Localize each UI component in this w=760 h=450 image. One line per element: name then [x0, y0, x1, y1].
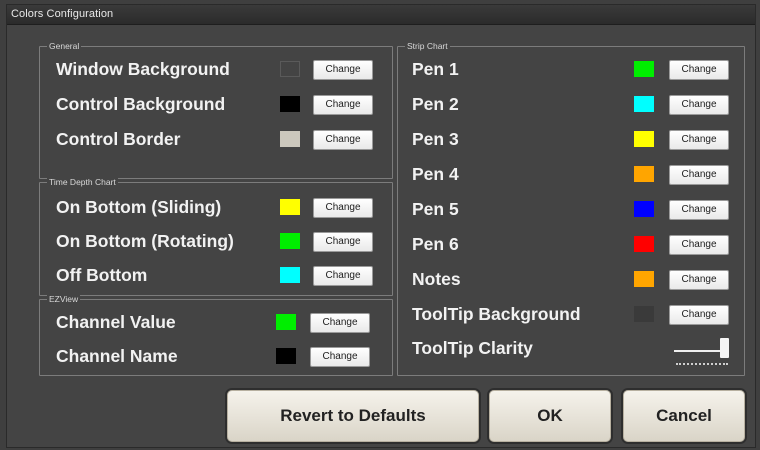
colors-configuration-window: Colors Configuration General Window Back…	[6, 4, 756, 448]
window-background-row: Window Background Change	[40, 55, 392, 83]
pen-1-change-button[interactable]: Change	[669, 60, 729, 80]
channel-value-label: Channel Value	[56, 312, 176, 332]
tooltip-background-label: ToolTip Background	[412, 304, 581, 324]
pen-5-label: Pen 5	[412, 199, 459, 219]
slider-track	[674, 350, 724, 352]
channel-value-change-button[interactable]: Change	[310, 313, 370, 333]
on-bottom-sliding-row: On Bottom (Sliding) Change	[40, 193, 392, 221]
cancel-button[interactable]: Cancel	[621, 388, 747, 444]
control-background-label: Control Background	[56, 94, 226, 114]
control-background-row: Control Background Change	[40, 90, 392, 118]
strip-chart-group: Strip Chart Pen 1 Change Pen 2 Change Pe…	[397, 40, 745, 376]
pen-5-swatch	[634, 201, 654, 217]
ezview-group-title: EZView	[47, 293, 81, 305]
control-border-swatch	[280, 131, 300, 147]
window-title: Colors Configuration	[11, 8, 114, 20]
control-border-label: Control Border	[56, 129, 181, 149]
channel-value-row: Channel Value Change	[40, 308, 392, 336]
pen-2-label: Pen 2	[412, 94, 459, 114]
channel-name-label: Channel Name	[56, 346, 178, 366]
pen-2-row: Pen 2 Change	[398, 90, 744, 118]
on-bottom-rotating-change-button[interactable]: Change	[313, 232, 373, 252]
control-border-row: Control Border Change	[40, 125, 392, 153]
off-bottom-label: Off Bottom	[56, 265, 148, 285]
notes-row: Notes Change	[398, 265, 744, 293]
notes-label: Notes	[412, 269, 461, 289]
general-group: General Window Background Change Control…	[39, 40, 393, 179]
pen-3-change-button[interactable]: Change	[669, 130, 729, 150]
pen-6-swatch	[634, 236, 654, 252]
control-background-swatch	[280, 96, 300, 112]
title-bar: Colors Configuration	[7, 5, 755, 25]
pen-3-swatch	[634, 131, 654, 147]
pen-4-row: Pen 4 Change	[398, 160, 744, 188]
tooltip-clarity-slider[interactable]	[674, 338, 734, 368]
pen-5-change-button[interactable]: Change	[669, 200, 729, 220]
on-bottom-sliding-label: On Bottom (Sliding)	[56, 197, 222, 217]
notes-swatch	[634, 271, 654, 287]
pen-4-swatch	[634, 166, 654, 182]
on-bottom-sliding-swatch	[280, 199, 300, 215]
control-border-change-button[interactable]: Change	[313, 130, 373, 150]
on-bottom-rotating-label: On Bottom (Rotating)	[56, 231, 234, 251]
window-background-label: Window Background	[56, 59, 230, 79]
pen-4-label: Pen 4	[412, 164, 459, 184]
pen-6-row: Pen 6 Change	[398, 230, 744, 258]
channel-name-change-button[interactable]: Change	[310, 347, 370, 367]
notes-change-button[interactable]: Change	[669, 270, 729, 290]
tooltip-clarity-label: ToolTip Clarity	[412, 338, 533, 358]
pen-2-swatch	[634, 96, 654, 112]
on-bottom-sliding-change-button[interactable]: Change	[313, 198, 373, 218]
pen-1-swatch	[634, 61, 654, 77]
pen-4-change-button[interactable]: Change	[669, 165, 729, 185]
window-background-change-button[interactable]: Change	[313, 60, 373, 80]
pen-6-change-button[interactable]: Change	[669, 235, 729, 255]
pen-5-row: Pen 5 Change	[398, 195, 744, 223]
slider-thumb[interactable]	[719, 338, 729, 358]
pen-2-change-button[interactable]: Change	[669, 95, 729, 115]
channel-name-row: Channel Name Change	[40, 342, 392, 370]
time-depth-chart-group: Time Depth Chart On Bottom (Sliding) Cha…	[39, 176, 393, 296]
tooltip-background-swatch	[634, 306, 654, 322]
pen-3-row: Pen 3 Change	[398, 125, 744, 153]
pen-3-label: Pen 3	[412, 129, 459, 149]
pen-1-label: Pen 1	[412, 59, 459, 79]
ok-button[interactable]: OK	[487, 388, 613, 444]
channel-value-swatch	[276, 314, 296, 330]
on-bottom-rotating-swatch	[280, 233, 300, 249]
off-bottom-row: Off Bottom Change	[40, 261, 392, 289]
general-group-title: General	[47, 40, 82, 52]
pen-6-label: Pen 6	[412, 234, 459, 254]
revert-to-defaults-button[interactable]: Revert to Defaults	[225, 388, 481, 444]
strip-chart-group-title: Strip Chart	[405, 40, 450, 52]
control-background-change-button[interactable]: Change	[313, 95, 373, 115]
off-bottom-change-button[interactable]: Change	[313, 266, 373, 286]
off-bottom-swatch	[280, 267, 300, 283]
pen-1-row: Pen 1 Change	[398, 55, 744, 83]
on-bottom-rotating-row: On Bottom (Rotating) Change	[40, 227, 392, 255]
tooltip-background-change-button[interactable]: Change	[669, 305, 729, 325]
window-background-swatch	[280, 61, 300, 77]
time-depth-chart-group-title: Time Depth Chart	[47, 176, 118, 188]
tooltip-background-row: ToolTip Background Change	[398, 300, 744, 328]
ezview-group: EZView Channel Value Change Channel Name…	[39, 293, 393, 376]
channel-name-swatch	[276, 348, 296, 364]
slider-ticks	[676, 363, 728, 367]
